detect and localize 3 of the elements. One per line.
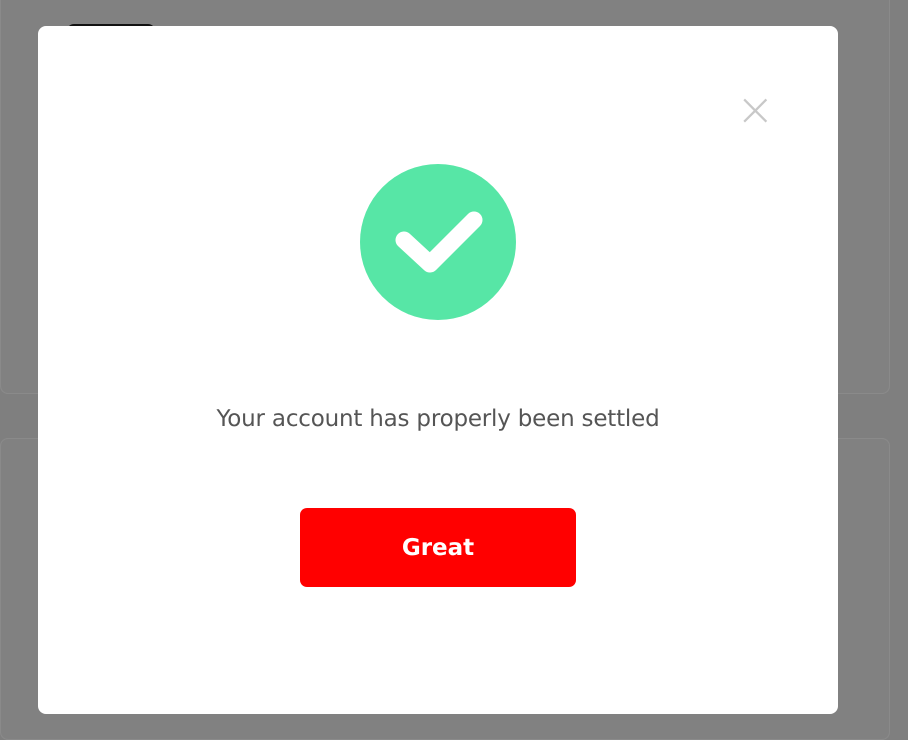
great-button[interactable]: Great bbox=[300, 508, 576, 587]
success-message: Your account has properly been settled bbox=[216, 406, 660, 432]
checkmark-icon bbox=[360, 164, 516, 320]
